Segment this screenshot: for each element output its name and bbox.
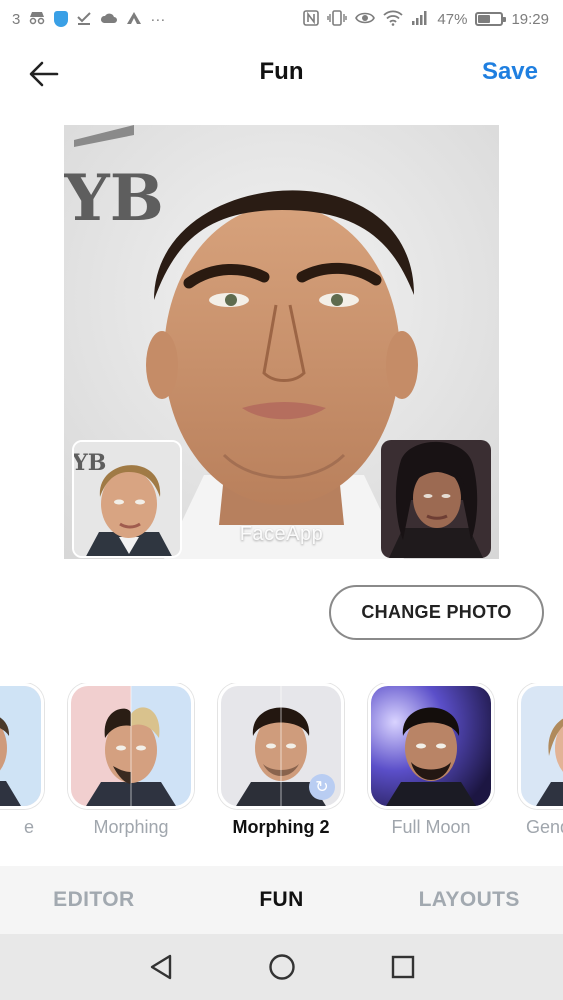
filter-morphing-2[interactable]: ↻ Morphing 2 [218, 683, 344, 843]
system-nav-bar [0, 934, 563, 1000]
check-icon [76, 11, 92, 27]
svg-text:YB: YB [74, 450, 106, 476]
battery-percent: 47% [437, 10, 468, 28]
more-icon: ··· [150, 10, 166, 28]
tab-layouts[interactable]: LAYOUTS [375, 866, 563, 934]
filter-thumbnail [368, 683, 494, 809]
filter-label: Morphing 2 [232, 817, 330, 837]
filter-full-moon[interactable]: Full Moon [368, 683, 494, 843]
page-title: Fun [259, 58, 304, 85]
wifi-icon [383, 10, 404, 28]
filter-thumbnail [68, 683, 194, 809]
battery-fill [478, 15, 490, 23]
cloud-icon [100, 11, 118, 27]
background-text: YB [64, 161, 164, 236]
home-circle-icon [268, 954, 295, 980]
filter-gender[interactable]: Gend [518, 683, 563, 843]
filter-thumbnail [0, 683, 44, 809]
change-photo-button[interactable]: CHANGE PHOTO [329, 585, 544, 640]
tab-fun[interactable]: FUN [188, 866, 376, 934]
filter-label: e [23, 817, 34, 837]
notification-count: 3 [12, 10, 21, 28]
vibrate-icon [327, 10, 348, 28]
filter-label: Gend [526, 817, 563, 837]
status-bar: 3 ··· 47% 19:29 [0, 0, 563, 38]
main-photo: YB YB FaceApp [64, 125, 499, 559]
nav-recents-button[interactable] [379, 943, 427, 991]
filter-thumbnail [518, 683, 563, 809]
filter-thumbnail: ↻ [218, 683, 344, 809]
filter-carousel[interactable]: e Morphing ↻ Morphing 2 Full Moon Gen [0, 683, 563, 848]
nav-back-button[interactable] [137, 943, 185, 991]
a-icon [126, 11, 142, 27]
clock: 19:29 [511, 10, 549, 28]
recents-square-icon [391, 955, 414, 979]
status-right: 47% 19:29 [303, 10, 549, 28]
bottom-tabs: EDITOR FUN LAYOUTS [0, 866, 563, 934]
reset-icon[interactable]: ↻ [309, 774, 335, 800]
nav-home-button[interactable] [258, 943, 306, 991]
signal-icon [411, 10, 429, 28]
filter-item[interactable]: e [0, 683, 44, 843]
header: Fun Save [0, 38, 563, 108]
nfc-icon [303, 10, 320, 28]
tab-editor[interactable]: EDITOR [0, 866, 188, 934]
incognito-icon [28, 11, 46, 27]
battery-icon [475, 12, 507, 26]
watermark: FaceApp [239, 523, 324, 545]
status-left: 3 ··· [12, 11, 165, 28]
shield-icon [54, 11, 69, 27]
eye-icon [355, 11, 376, 27]
save-button[interactable]: Save [482, 58, 538, 86]
back-triangle-icon [150, 954, 171, 980]
filter-label: Morphing [93, 817, 169, 837]
filter-morphing[interactable]: Morphing [68, 683, 194, 843]
filter-label: Full Moon [391, 817, 471, 837]
